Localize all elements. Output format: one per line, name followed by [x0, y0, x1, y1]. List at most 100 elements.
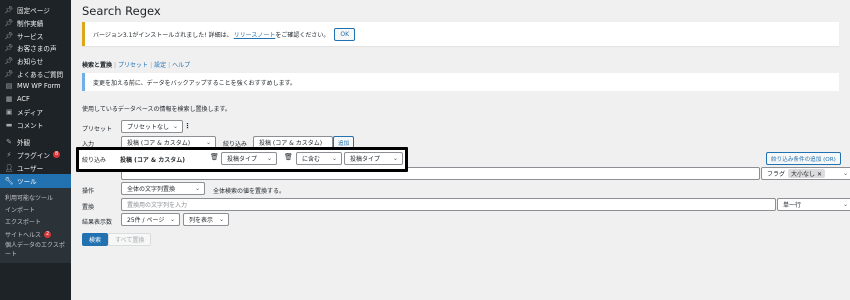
site-health-badge: 2: [44, 230, 52, 238]
filter-logic-select[interactable]: に含む ⌄: [296, 152, 342, 165]
sidebar-item-label: よくあるご質問: [17, 70, 64, 79]
tab-presets[interactable]: プリセット: [118, 62, 148, 69]
replace-all-button[interactable]: すべて置換: [108, 233, 152, 246]
filter-row-label: 絞り込み: [82, 157, 107, 164]
filter-value-select[interactable]: 投稿タイプ ⌄: [344, 152, 403, 165]
submenu-item-label: 個人データのエクスポート: [5, 241, 65, 258]
sidebar-item-b0[interactable]: ✎ 外観: [0, 136, 71, 149]
sidebar-item-4[interactable]: 📌︎ お知らせ: [0, 55, 71, 68]
close-icon[interactable]: ✕: [817, 171, 822, 178]
grid-icon: ▦: [5, 95, 13, 104]
sidebar-item-label: 制作実績: [17, 20, 44, 29]
submenu-item[interactable]: 利用可能なツール: [0, 191, 71, 203]
ok-button[interactable]: OK: [334, 27, 356, 41]
brush-icon: ✎: [6, 138, 12, 147]
sidebar-item-label: メディア: [17, 108, 43, 117]
chevron-down-icon: ⌄: [842, 170, 848, 177]
update-count-badge: 8: [52, 151, 61, 159]
tab-search-replace[interactable]: 検索と置換: [82, 62, 112, 69]
filter-column-select[interactable]: 投稿タイプ ⌄: [221, 152, 277, 165]
notice-text: バージョン3.1がインストールされました! 詳細は、: [93, 31, 233, 39]
pin-icon: 📌︎: [4, 57, 14, 66]
sidebar-item-3[interactable]: 📌︎ お客さまの声: [0, 42, 71, 55]
media-icon: ▣: [5, 107, 13, 116]
submenu-item-label: インポート: [5, 207, 36, 215]
release-notes-link[interactable]: リリースノート: [234, 30, 276, 39]
submenu-item-label: 利用可能なツール: [5, 194, 54, 202]
chevron-down-icon: ⌄: [392, 155, 398, 162]
sidebar-item-label: お知らせ: [17, 58, 44, 67]
plugin-icon: ⚡︎: [6, 150, 12, 159]
update-notice: バージョン3.1がインストールされました! 詳細は、 リリースノート をご確認く…: [82, 22, 839, 46]
preset-menu-icon[interactable]: ⋮: [184, 122, 191, 130]
flag-tag-label: 大小なし: [791, 171, 816, 178]
sidebar-item-label: プラグイン: [17, 151, 50, 160]
wrench-icon: 🔧︎: [4, 176, 14, 185]
results-label: 結果表示数: [82, 219, 113, 226]
sidebar-item-b1[interactable]: ⚡︎ プラグイン 8: [0, 149, 71, 162]
sidebar-item-label: お客さまの声: [17, 45, 57, 54]
submenu-item[interactable]: サイトヘルス 2: [0, 228, 71, 240]
submenu-item-label: サイトヘルス: [5, 231, 42, 239]
trash-icon[interactable]: 🗑︎: [284, 153, 293, 161]
sidebar-item-label: コメント: [17, 121, 44, 130]
comment-icon: ▬: [5, 120, 13, 129]
filter-logic-value: に含む: [302, 156, 321, 163]
chevron-down-icon: ⌄: [266, 155, 272, 162]
notice-suffix: をご確認ください。: [275, 31, 330, 39]
admin-sidebar: 📌︎ 固定ページ 📌︎ 制作実績 📌︎ サービス 📌︎ お客さまの声 📌︎ お知らせ 📌︎ よくあるご…: [0, 0, 71, 300]
preset-label: プリセット: [82, 126, 113, 133]
replace-label: 置換: [82, 204, 95, 211]
tab-help[interactable]: ヘルプ: [172, 62, 190, 69]
submenu-item[interactable]: インポート: [0, 203, 71, 215]
page-title: Search Regex: [82, 4, 161, 18]
replace-placeholder: 置換用の文字列を入力: [127, 202, 188, 209]
flag-tag: 大小なし ✕: [788, 169, 825, 178]
per-page-select[interactable]: 25件 / ページ ⌄: [121, 213, 180, 226]
user-icon: 👤︎: [4, 163, 14, 172]
sidebar-item-tools[interactable]: 🔧︎ ツール: [0, 173, 71, 188]
preset-select[interactable]: プリセットなし ⌄: [121, 120, 183, 133]
backup-warning-text: 変更を加える前に、データをバックアップすることを強くおすすめします。: [93, 79, 297, 87]
sidebar-item-1[interactable]: 📌︎ 制作実績: [0, 17, 71, 30]
sidebar-item-label: ACF: [17, 95, 30, 104]
trash-icon[interactable]: 🗑︎: [210, 153, 219, 161]
tab-settings[interactable]: 設定: [154, 62, 166, 69]
chevron-down-icon: ⌄: [331, 155, 337, 162]
page-description: 使用しているデータベースの情報を検索し置換します。: [82, 106, 231, 113]
replace-mode-select[interactable]: 単一行 ⌄: [777, 198, 850, 211]
tools-submenu: 利用可能なツール インポート エクスポート サイトヘルス 2 個人データのエクスポート: [0, 187, 71, 263]
filter-row-highlight: 絞り込み 投稿 (コア & カスタム) 🗑︎ 投稿タイプ ⌄ 🗑︎ に含む ⌄ …: [76, 147, 408, 172]
source-select-value: 投稿 (コア & カスタム): [127, 140, 191, 147]
sidebar-item-5[interactable]: 📌︎ よくあるご質問: [0, 67, 71, 80]
form-icon: ▤: [5, 82, 13, 91]
sidebar-item-8[interactable]: ▣ メディア: [0, 106, 71, 119]
sidebar-item-2[interactable]: 📌︎ サービス: [0, 29, 71, 42]
sidebar-item-6[interactable]: ▤ MW WP Form: [0, 80, 71, 93]
filter-source-value: 投稿 (コア & カスタム): [259, 140, 323, 147]
replace-input[interactable]: 置換用の文字列を入力: [121, 198, 776, 211]
flags-select[interactable]: フラグ 大小なし ✕ ⌄: [761, 167, 850, 180]
columns-select[interactable]: 列を表示 ⌄: [183, 213, 229, 226]
sidebar-item-label: 固定ページ: [17, 7, 50, 16]
sidebar-item-label: 外観: [17, 139, 31, 148]
sidebar-item-9[interactable]: ▬ コメント: [0, 118, 71, 131]
sidebar-item-label: ユーザー: [17, 164, 44, 173]
pin-icon: 📌︎: [4, 44, 14, 53]
action-select[interactable]: 全体の文字列置換 ⌄: [121, 182, 205, 195]
sidebar-item-b2[interactable]: 👤︎ ユーザー: [0, 161, 71, 174]
sidebar-item-0[interactable]: 📌︎ 固定ページ: [0, 4, 71, 17]
sidebar-item-label: ツール: [17, 177, 37, 186]
action-select-value: 全体の文字列置換: [127, 186, 176, 193]
chevron-down-icon: ⌄: [172, 123, 178, 130]
submenu-item[interactable]: エクスポート: [0, 216, 71, 228]
submenu-item-label: エクスポート: [5, 219, 41, 227]
chevron-down-icon: ⌄: [194, 185, 200, 192]
tab-bar: 検索と置換 | プリセット | 設定 | ヘルプ: [82, 62, 191, 69]
action-hint: 全体検索の値を置換する。: [213, 188, 286, 195]
add-filter-or-button[interactable]: 絞り込み条件の追加 (OR): [766, 152, 841, 165]
chevron-down-icon: ⌄: [205, 139, 211, 146]
search-button[interactable]: 検索: [82, 233, 109, 246]
submenu-item[interactable]: 個人データのエクスポート: [0, 241, 71, 259]
sidebar-item-7[interactable]: ▦ ACF: [0, 93, 71, 106]
